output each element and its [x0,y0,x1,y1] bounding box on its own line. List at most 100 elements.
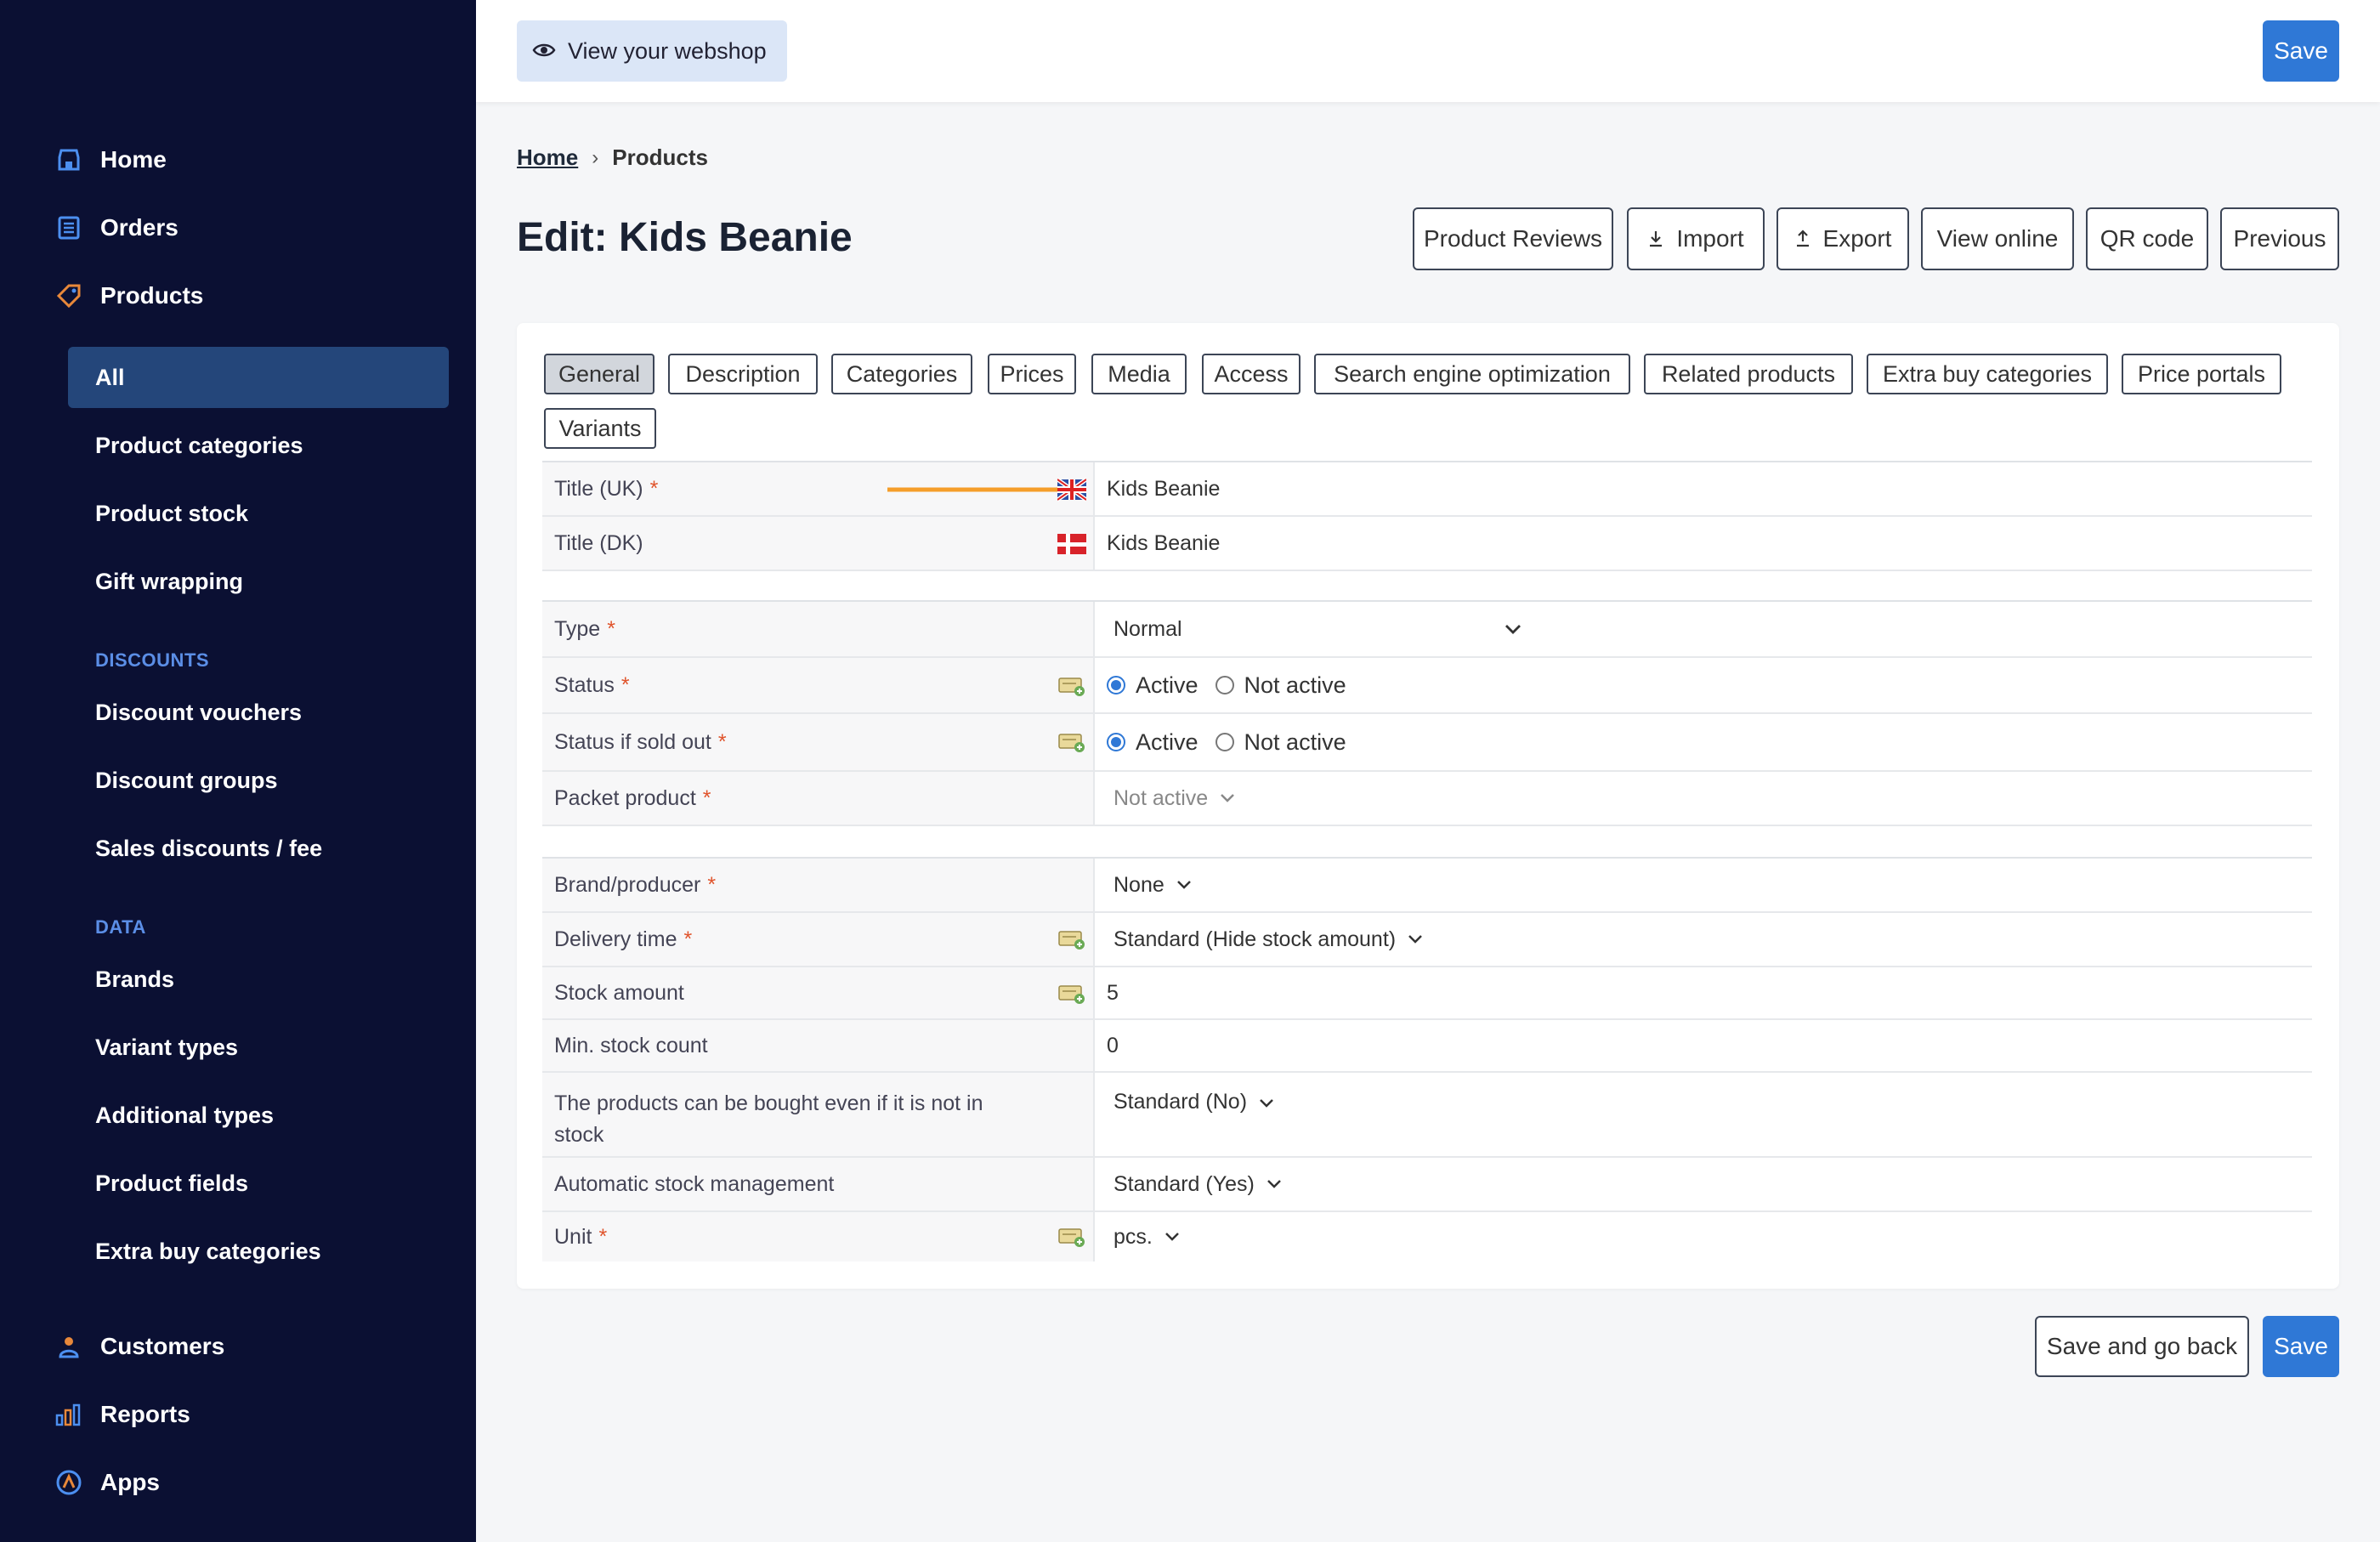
sidebar-item-discount-vouchers[interactable]: Discount vouchers [95,687,302,738]
view-webshop-button[interactable]: View your webshop [517,20,787,82]
nav-home[interactable]: Home [0,133,167,187]
nav-customers[interactable]: Customers [0,1319,224,1374]
chevron-down-icon [1221,794,1235,802]
product-reviews-button[interactable]: Product Reviews [1413,207,1613,270]
sidebar-item-brands[interactable]: Brands [95,954,174,1005]
required-marker: * [598,1224,608,1249]
upload-icon [1794,230,1811,248]
status-not-active-radio[interactable]: Not active [1215,672,1346,699]
form-row-status-sold-out: Status if sold out * Active Not active [542,714,2312,772]
stock-amount-input[interactable]: 5 [1107,967,2312,1018]
select-value: Standard (Yes) [1114,1171,1255,1196]
form-row-stock-amount: Stock amount 5 [542,967,2312,1020]
label-text: Status if sold out [554,729,711,754]
sidebar-item-discount-groups[interactable]: Discount groups [95,755,278,806]
sidebar-item-product-categories[interactable]: Product categories [95,420,303,471]
tag-icon [54,281,83,310]
form-row-unit: Unit * pcs. [542,1212,2312,1261]
status-active-radio[interactable]: Active [1107,672,1198,699]
nav-products[interactable]: Products [0,269,203,323]
nav-orders[interactable]: Orders [0,201,178,255]
tab-description[interactable]: Description [668,354,818,394]
title-uk-input[interactable]: Kids Beanie [1107,462,2312,515]
qr-code-button[interactable]: QR code [2086,207,2208,270]
chevron-down-icon [1176,881,1191,889]
radio-label: Active [1136,728,1198,755]
sold-out-active-radio[interactable]: Active [1107,729,1198,756]
tab-related-products[interactable]: Related products [1644,354,1853,394]
sidebar-item-all[interactable]: All [68,347,449,408]
bulk-edit-icon[interactable] [1057,981,1086,1005]
radio-label: Not active [1244,728,1346,755]
tab-media[interactable]: Media [1091,354,1187,394]
bottom-save-button[interactable]: Save [2263,1316,2339,1377]
bulk-edit-icon[interactable] [1057,1224,1086,1248]
title-dk-input[interactable]: Kids Beanie [1107,517,2312,570]
brand-select[interactable]: None [1114,859,2312,911]
chevron-down-icon [1408,935,1422,944]
form-row-title-dk: Title (DK) Kids Beanie [542,517,2312,571]
sidebar-item-gift-wrapping[interactable]: Gift wrapping [95,556,243,607]
breadcrumb-home-link[interactable]: Home [517,145,578,171]
tab-prices[interactable]: Prices [988,354,1076,394]
tab-variants[interactable]: Variants [544,408,656,449]
breadcrumb: Home › Products [517,145,708,171]
sidebar-item-extra-buy-categories[interactable]: Extra buy categories [95,1226,321,1277]
radio-checked[interactable] [1107,676,1125,694]
packet-product-select[interactable]: Not active [1114,772,2312,825]
export-button[interactable]: Export [1776,207,1909,270]
nav-reports[interactable]: Reports [0,1387,190,1442]
tab-categories[interactable]: Categories [831,354,972,394]
sidebar-item-variant-types[interactable]: Variant types [95,1022,238,1073]
delivery-time-select[interactable]: Standard (Hide stock amount) [1114,913,2312,966]
top-save-button[interactable]: Save [2263,20,2339,82]
sidebar-item-label: Gift wrapping [95,568,243,594]
bulk-edit-icon[interactable] [1057,673,1086,697]
tab-access[interactable]: Access [1202,354,1300,394]
import-button[interactable]: Import [1627,207,1765,270]
form-row-status: Status * Active Not active [542,658,2312,714]
unit-select[interactable]: pcs. [1114,1212,2312,1261]
select-value: Not active [1114,785,1209,810]
buy-without-stock-select[interactable]: Standard (No) [1114,1073,2312,1156]
topbar: View your webshop Save [476,0,2380,102]
sidebar-item-additional-types[interactable]: Additional types [95,1090,274,1141]
form-row-auto-stock: Automatic stock management Standard (Yes… [542,1158,2312,1212]
label-text: Title (UK) [554,476,643,501]
min-stock-input[interactable]: 0 [1107,1020,2312,1071]
save-and-go-back-button[interactable]: Save and go back [2035,1316,2249,1377]
tab-extra-buy-categories[interactable]: Extra buy categories [1867,354,2108,394]
auto-stock-select[interactable]: Standard (Yes) [1114,1158,2312,1210]
required-marker: * [649,476,659,501]
tab-seo[interactable]: Search engine optimization [1314,354,1630,394]
radio-checked[interactable] [1107,733,1125,751]
chevron-right-icon: › [592,145,599,169]
tab-price-portals[interactable]: Price portals [2122,354,2281,394]
view-online-button[interactable]: View online [1921,207,2074,270]
nav-apps[interactable]: Apps [0,1455,160,1510]
radio-unchecked[interactable] [1215,676,1234,694]
eye-icon [532,38,556,65]
sold-out-not-active-radio[interactable]: Not active [1215,728,1346,756]
label-text: Brand/producer [554,872,701,897]
select-value: Standard (No) [1114,1090,1248,1114]
label-text: Automatic stock management [554,1171,835,1196]
sidebar-item-product-fields[interactable]: Product fields [95,1158,248,1209]
radio-label: Not active [1244,672,1346,698]
dk-flag-icon [1057,534,1086,554]
previous-button[interactable]: Previous [2220,207,2339,270]
sidebar-item-sales-discounts[interactable]: Sales discounts / fee [95,823,322,874]
orders-icon [54,213,83,242]
sidebar-item-product-stock[interactable]: Product stock [95,488,248,539]
sidebar-item-label: All [95,364,125,390]
tab-general[interactable]: General [544,354,654,394]
bulk-edit-icon[interactable] [1057,729,1086,753]
nav-label: Reports [100,1401,190,1427]
type-select[interactable]: Normal [1114,602,1522,656]
section-label-data: DATA [95,916,146,938]
form-label: Unit * [542,1212,1095,1261]
radio-unchecked[interactable] [1215,733,1234,751]
bulk-edit-icon[interactable] [1057,927,1086,950]
required-marker: * [717,729,727,754]
form-label: Packet product * [542,772,1095,825]
